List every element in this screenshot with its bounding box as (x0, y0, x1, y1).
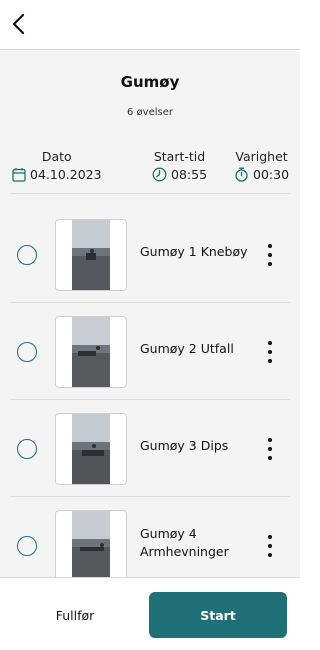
exercise-row-3[interactable]: Gumøy 3 Dips (0, 399, 300, 495)
exercise-name: Gumøy 4 Armhevninger (140, 526, 229, 559)
duration-value-row: 00:30 (234, 167, 289, 182)
more-options-button[interactable] (262, 339, 278, 365)
start-time-value: 08:55 (171, 167, 208, 182)
exercise-photo (72, 317, 110, 387)
exercise-thumbnail (55, 413, 127, 485)
exercise-thumbnail (55, 316, 127, 388)
exercise-name: Gumøy 2 Utfall (140, 341, 234, 356)
start-time-value-row: 08:55 (152, 167, 207, 182)
exercise-name: Gumøy 1 Knebøy (140, 244, 248, 259)
date-label: Dato (41, 149, 72, 164)
finish-button[interactable]: Fullfør (20, 592, 130, 638)
date-value-row: 04.10.2023 (12, 167, 102, 182)
duration-label: Varighet (235, 149, 288, 164)
duration-value: 00:30 (253, 167, 290, 182)
exercise-thumbnail (55, 219, 127, 291)
start-button[interactable]: Start (149, 592, 287, 638)
exercise-name: Gumøy 3 Dips (140, 438, 229, 453)
exercise-count: 6 øvelser (127, 107, 173, 118)
exercise-photo (72, 220, 110, 290)
exercise-photo (72, 511, 110, 577)
exercise-checkbox[interactable] (17, 245, 37, 265)
exercise-checkbox[interactable] (17, 342, 37, 362)
workout-content: Gumøy 6 øvelser Dato 04.10.2023 Start-ti… (0, 51, 300, 577)
more-options-button[interactable] (262, 436, 278, 462)
stopwatch-icon (235, 167, 248, 182)
workout-title: Gumøy (120, 73, 180, 91)
exercise-row-4[interactable]: Gumøy 4 Armhevninger (0, 496, 300, 577)
clock-icon (152, 167, 167, 182)
exercise-row-2[interactable]: Gumøy 2 Utfall (0, 302, 300, 398)
start-time-label: Start-tid (153, 149, 206, 164)
more-options-button[interactable] (262, 533, 278, 559)
more-options-button[interactable] (262, 242, 278, 268)
meta-date: Dato 04.10.2023 (12, 149, 102, 182)
exercise-checkbox[interactable] (17, 439, 37, 459)
meta-duration: Varighet 00:30 (234, 149, 289, 182)
chevron-left-icon (12, 13, 25, 35)
exercise-checkbox[interactable] (17, 536, 37, 556)
divider (10, 193, 290, 194)
meta-start-time: Start-tid 08:55 (152, 149, 207, 182)
exercise-photo (72, 414, 110, 484)
calendar-icon (12, 168, 26, 182)
top-bar (0, 0, 300, 50)
date-value: 04.10.2023 (30, 167, 102, 182)
exercise-thumbnail (55, 510, 127, 577)
exercise-row-1[interactable]: Gumøy 1 Knebøy (0, 205, 300, 301)
back-button[interactable] (8, 10, 32, 38)
bottom-action-bar: Fullfør Start (0, 577, 300, 650)
